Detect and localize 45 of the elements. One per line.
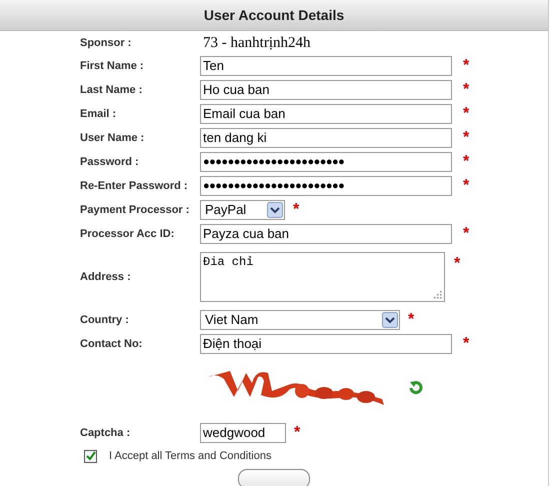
field-label: Payment Processor : [80, 202, 190, 218]
required-mark: * [293, 201, 300, 218]
required-mark: * [294, 425, 300, 441]
address-textarea[interactable]: Đia chỉ [200, 252, 445, 302]
field-label: Password : [80, 154, 140, 170]
field-label: Country : [80, 312, 130, 328]
field-label: Processor Acc ID: [80, 226, 176, 242]
required-mark: * [463, 105, 470, 122]
required-mark: * [454, 255, 460, 272]
required-mark: * [463, 177, 470, 194]
terms-checkbox[interactable] [84, 450, 97, 462]
field-label: First Name : [80, 58, 145, 74]
required-mark: * [463, 81, 470, 98]
password-field[interactable]: ●●●●●●●●●●●●●●●●●●●●●●● [200, 152, 452, 172]
input-field[interactable]: Email cua ban [200, 104, 452, 124]
required-mark: * [463, 225, 470, 242]
input-field[interactable]: Ho cua ban [200, 80, 452, 100]
submit-button[interactable] [238, 469, 310, 486]
required-mark: * [408, 311, 414, 328]
field-label: Email : [80, 106, 118, 122]
dropdown[interactable]: Viet Nam [200, 310, 400, 330]
password-field[interactable]: ●●●●●●●●●●●●●●●●●●●●●●● [200, 176, 452, 196]
field-label: Last Name : [80, 82, 144, 98]
check-icon [86, 451, 96, 461]
input-field[interactable]: Payza cua ban [200, 224, 452, 244]
field-label: Captcha : [80, 426, 132, 441]
terms-label: I Accept all Terms and Conditions [109, 448, 272, 464]
field-label: Contact No: [80, 336, 144, 352]
field-label: Address : [80, 270, 132, 285]
resize-grip-icon[interactable] [434, 291, 442, 299]
input-field[interactable]: ten dang ki [200, 128, 452, 148]
required-mark: * [463, 129, 470, 146]
input-field[interactable]: Ten [200, 56, 452, 76]
field-label: Re-Enter Password : [80, 178, 189, 194]
required-mark: * [463, 153, 470, 170]
input-field[interactable]: Điện thoại [200, 334, 452, 354]
field-label: Sponsor : [80, 36, 132, 51]
header-title: User Account Details [204, 6, 344, 24]
sponsor-value: 73 - hanhtrịnh24h [203, 34, 310, 53]
required-mark: * [463, 57, 470, 74]
field-label: User Name : [80, 130, 146, 146]
refresh-icon[interactable] [408, 379, 424, 395]
dropdown[interactable]: PayPal [200, 200, 285, 220]
required-mark: * [463, 335, 470, 352]
captcha-field[interactable]: wedgwood [200, 423, 286, 443]
